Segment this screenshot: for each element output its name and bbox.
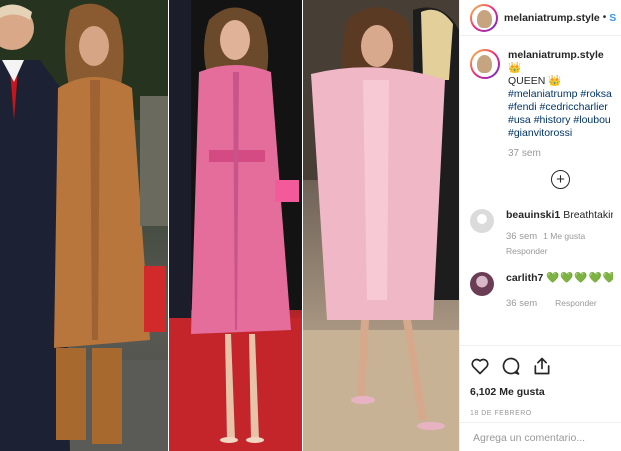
add-comment-input[interactable]: Agrega un comentario... <box>460 422 621 451</box>
caption-avatar[interactable] <box>470 49 500 79</box>
post-actions: 6,102 Me gusta 18 DE FEBRERO <box>460 345 621 417</box>
hashtag[interactable]: #history <box>534 114 571 126</box>
author-avatar[interactable] <box>470 3 498 32</box>
hashtag[interactable]: #fendi <box>508 101 537 113</box>
crown-emoji: 👑 <box>548 75 562 87</box>
crown-emoji: 👑 <box>508 62 522 74</box>
comment-likes[interactable]: 1 Me gusta <box>543 230 585 243</box>
caption-username[interactable]: melaniatrump.style <box>508 49 604 61</box>
comment-time[interactable]: 36 sem <box>506 230 537 243</box>
post-sidebar: melaniatrump.style • S melaniatrump.styl… <box>459 0 621 451</box>
hashtag[interactable]: #loubou <box>573 114 610 126</box>
comment-time[interactable]: 36 sem <box>506 297 537 310</box>
caption: melaniatrump.style 👑 QUEEN 👑 #melaniatru… <box>470 49 613 160</box>
commenter-avatar[interactable] <box>470 272 494 296</box>
heart-icon[interactable] <box>470 356 490 376</box>
post-date: 18 DE FEBRERO <box>470 410 532 417</box>
photo-panel-left <box>0 0 168 451</box>
author-username[interactable]: melaniatrump.style <box>504 12 600 24</box>
hashtag[interactable]: #roksa <box>580 88 612 100</box>
comment-text: Breathtakin <box>563 209 613 221</box>
reply-button[interactable]: Responder <box>506 245 548 258</box>
separator-dot: • <box>602 12 607 23</box>
hashtag[interactable]: #gianvitorossi <box>508 127 572 139</box>
photo-left-illustration <box>0 0 168 451</box>
hashtag[interactable]: #cedriccharlier <box>540 101 608 113</box>
commenter-username[interactable]: beauinski1 <box>506 209 560 221</box>
photo-center-illustration <box>169 0 302 451</box>
post-image[interactable] <box>0 0 459 451</box>
photo-panel-center <box>169 0 302 451</box>
load-more: + <box>470 160 613 201</box>
caption-text: QUEEN <box>508 75 546 87</box>
post-header: melaniatrump.style • S <box>460 0 621 36</box>
caption-time[interactable]: 37 sem <box>508 147 613 160</box>
comments-scroll-area[interactable]: melaniatrump.style 👑 QUEEN 👑 #melaniatru… <box>460 37 621 345</box>
follow-button[interactable]: S <box>609 12 616 24</box>
like-count[interactable]: 6,102 Me gusta <box>470 386 611 398</box>
commenter-username[interactable]: carlith7 <box>506 272 543 284</box>
hashtag[interactable]: #usa <box>508 114 531 126</box>
hashtag[interactable]: #melaniatrump <box>508 88 577 100</box>
comment-icon[interactable] <box>501 356 521 376</box>
comment: carlith7 💚💚💚💚💚 36 sem Responder <box>470 272 613 310</box>
share-icon[interactable] <box>532 356 552 376</box>
comment: beauinski1 Breathtakin 36 sem 1 Me gusta… <box>470 209 613 258</box>
plus-circle-icon[interactable]: + <box>551 170 570 189</box>
photo-panel-right <box>303 0 459 451</box>
photo-right-illustration <box>303 0 459 451</box>
commenter-avatar[interactable] <box>470 209 494 233</box>
comment-text: 💚💚💚💚💚 <box>546 272 613 284</box>
reply-button[interactable]: Responder <box>555 297 597 310</box>
